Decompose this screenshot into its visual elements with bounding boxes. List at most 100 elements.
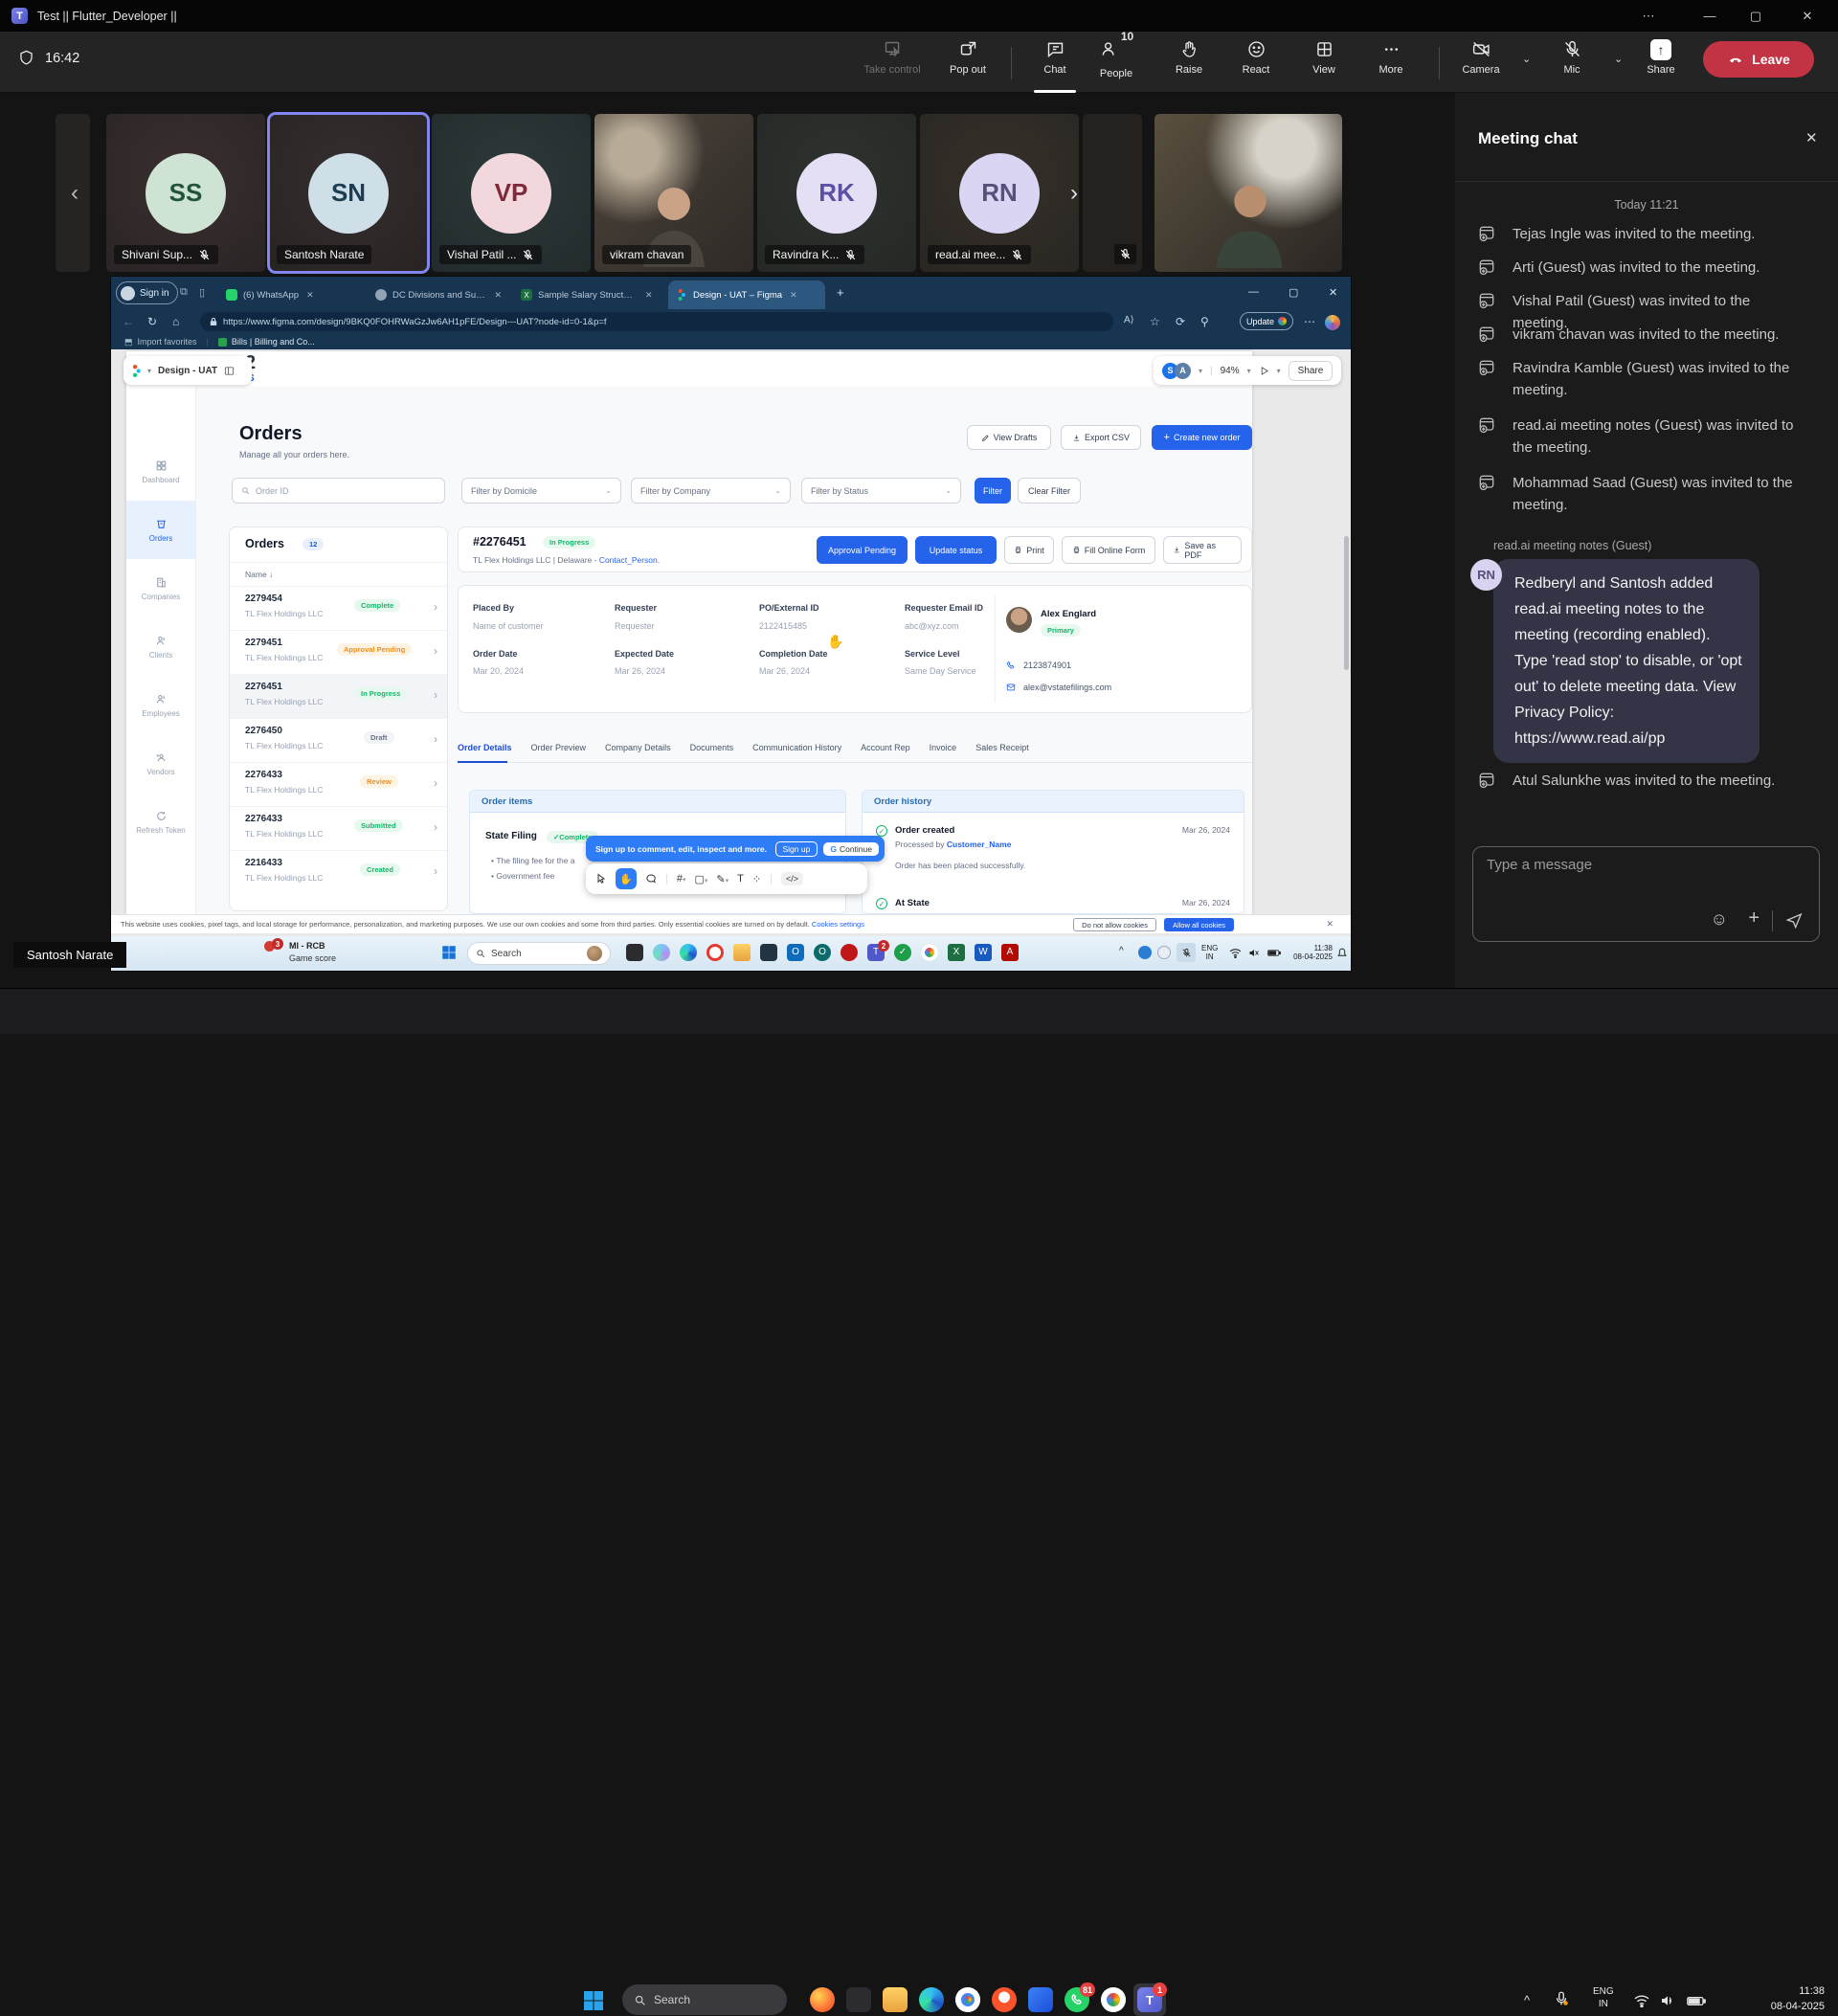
- browser-tab[interactable]: X Sample Salary Structure with calc✕: [513, 280, 664, 309]
- participant-tile[interactable]: RN read.ai mee...: [920, 114, 1079, 272]
- self-video-tile[interactable]: [1154, 114, 1342, 272]
- tray-expand-icon[interactable]: ^: [1119, 946, 1124, 956]
- move-tool-icon[interactable]: [595, 873, 607, 885]
- collaborator-avatar[interactable]: A: [1175, 363, 1191, 379]
- fill-online-form-button[interactable]: Fill Online Form: [1062, 536, 1155, 564]
- shared-language-indicator[interactable]: ENGIN: [1201, 944, 1218, 961]
- figma-share-button[interactable]: Share: [1289, 361, 1334, 381]
- text-tool-icon[interactable]: T: [737, 873, 744, 885]
- battery-icon[interactable]: [1687, 1996, 1706, 2006]
- tab-sales-receipt[interactable]: Sales Receipt: [975, 743, 1029, 752]
- raise-hand-button[interactable]: Raise: [1153, 39, 1225, 89]
- tray-mic-icon[interactable]: [1177, 943, 1196, 962]
- app-icon-excel[interactable]: X: [948, 944, 965, 961]
- tab-account-rep[interactable]: Account Rep: [861, 743, 910, 752]
- figma-menu-chevron-icon[interactable]: ▾: [147, 367, 151, 375]
- browser-maximize-icon[interactable]: ▢: [1289, 286, 1298, 299]
- contact-phone[interactable]: 2123874901: [1023, 661, 1071, 670]
- sidebar-item-refresh-token[interactable]: Refresh Token: [126, 793, 195, 851]
- strip-left-chevron-icon[interactable]: ‹: [71, 180, 78, 207]
- browser-tab[interactable]: (6) WhatsApp✕: [218, 280, 364, 309]
- approval-pending-button[interactable]: Approval Pending: [817, 536, 908, 564]
- emoji-icon[interactable]: ☺: [1711, 909, 1728, 930]
- contact-person-link[interactable]: Contact_Person.: [599, 555, 660, 565]
- tray-mic-icon[interactable]: [1553, 1990, 1570, 2007]
- volume-muted-icon[interactable]: [1248, 948, 1260, 958]
- app-icon-word[interactable]: W: [975, 944, 992, 961]
- app-icon-edge[interactable]: [680, 944, 697, 961]
- filter-button[interactable]: Filter: [975, 478, 1011, 504]
- tray-edge-icon[interactable]: [1138, 946, 1152, 959]
- camera-button[interactable]: Camera: [1445, 39, 1517, 89]
- send-icon[interactable]: [1785, 911, 1804, 930]
- cookie-settings-link[interactable]: Cookies settings: [812, 920, 864, 929]
- people-button[interactable]: 10 People: [1080, 39, 1153, 89]
- order-row[interactable]: 2279451TL Flex Holdings LLCApproval Pend…: [230, 630, 448, 674]
- sidebar-item-clients[interactable]: Clients: [126, 617, 195, 676]
- order-row-selected[interactable]: 2276451TL Flex Holdings LLCIn Progress›: [230, 674, 448, 718]
- start-button-icon[interactable]: [582, 1989, 605, 2012]
- tab-order-preview[interactable]: Order Preview: [531, 743, 587, 752]
- app-icon-phone-link[interactable]: [760, 944, 777, 961]
- close-button[interactable]: ✕: [1786, 0, 1828, 32]
- tab-communication-history[interactable]: Communication History: [752, 743, 841, 752]
- signup-button[interactable]: Sign up: [775, 841, 818, 857]
- app-icon-checkmark[interactable]: ✓: [894, 944, 911, 961]
- avatars-chevron-icon[interactable]: ▾: [1199, 367, 1202, 375]
- sidebar-item-employees[interactable]: Employees: [126, 676, 195, 734]
- order-row[interactable]: 2279454TL Flex Holdings LLCComplete›: [230, 586, 448, 630]
- browser-signin-chip[interactable]: Sign in: [116, 281, 178, 304]
- browser-update-button[interactable]: Update: [1240, 312, 1293, 330]
- allow-cookies-button[interactable]: Allow all cookies: [1164, 918, 1234, 931]
- tab-order-details[interactable]: Order Details: [458, 743, 512, 752]
- bookmark-import-favorites[interactable]: Import favorites: [138, 337, 197, 347]
- tab-search-icon[interactable]: ⧉: [180, 286, 188, 299]
- mic-chevron-icon[interactable]: ⌄: [1614, 53, 1623, 65]
- notification-icon[interactable]: [1336, 947, 1348, 959]
- save-as-pdf-button[interactable]: Save as PDF: [1163, 536, 1242, 564]
- app-icon-chrome[interactable]: [921, 944, 938, 961]
- sidebar-item-companies[interactable]: Companies: [126, 559, 195, 617]
- app-icon-brave[interactable]: [992, 1987, 1017, 2012]
- message-input[interactable]: [1487, 857, 1793, 905]
- browser-tab[interactable]: DC Divisions and Surroundings✕: [368, 280, 509, 309]
- app-icon-mcafee[interactable]: [841, 944, 858, 961]
- back-icon[interactable]: ←: [123, 315, 134, 328]
- app-icon-file-explorer[interactable]: [883, 1987, 908, 2012]
- taskbar-clock[interactable]: 11:3808-04-2025: [1742, 1983, 1825, 2014]
- react-button[interactable]: React: [1220, 39, 1292, 89]
- tab-close-icon[interactable]: ✕: [645, 290, 653, 301]
- browser-menu-icon[interactable]: ⋯: [1304, 315, 1315, 328]
- tray-expand-icon[interactable]: ^: [1524, 1993, 1530, 2007]
- app-icon-acrobat[interactable]: A: [1001, 944, 1019, 961]
- app-icon-browser[interactable]: [1101, 1987, 1126, 2012]
- tab-invoice[interactable]: Invoice: [930, 743, 957, 752]
- shape-tool-icon[interactable]: ▢▾: [695, 873, 708, 885]
- strip-right-chevron-icon[interactable]: ›: [1070, 180, 1078, 207]
- order-row[interactable]: 2216433TL Flex Holdings LLCCreated›: [230, 850, 448, 894]
- app-icon-notepad[interactable]: [626, 944, 643, 961]
- view-button[interactable]: View: [1288, 39, 1360, 89]
- start-button-icon[interactable]: [440, 944, 458, 961]
- google-continue-button[interactable]: GContinue: [823, 842, 879, 856]
- export-csv-button[interactable]: Export CSV: [1061, 425, 1141, 450]
- language-indicator[interactable]: ENGIN: [1593, 1985, 1614, 2010]
- present-chevron-icon[interactable]: ▾: [1277, 367, 1281, 375]
- sidebar-item-dashboard[interactable]: Dashboard: [126, 442, 195, 501]
- participant-tile-active-speaker[interactable]: SN Santosh Narate: [269, 114, 428, 272]
- tab-close-icon[interactable]: ✕: [306, 290, 314, 301]
- hand-tool-icon-active[interactable]: ✋: [616, 868, 637, 889]
- zoom-chevron-icon[interactable]: ▾: [1247, 367, 1251, 375]
- attach-plus-icon[interactable]: +: [1748, 907, 1760, 930]
- app-icon-copilot[interactable]: [653, 944, 670, 961]
- new-tab-icon[interactable]: +: [837, 285, 844, 300]
- layout-icon[interactable]: [224, 366, 235, 376]
- canvas-scrollbar[interactable]: [1344, 536, 1349, 670]
- browser-minimize-icon[interactable]: —: [1248, 286, 1259, 298]
- app-icon-teams-rooms[interactable]: O: [814, 944, 831, 961]
- browser-profile-avatar[interactable]: [1325, 315, 1340, 330]
- taskbar-search-box[interactable]: Search: [622, 1984, 787, 2015]
- volume-icon[interactable]: [1660, 1994, 1675, 2007]
- extensions-icon[interactable]: ⚲: [1200, 315, 1209, 328]
- print-button[interactable]: Print: [1004, 536, 1054, 564]
